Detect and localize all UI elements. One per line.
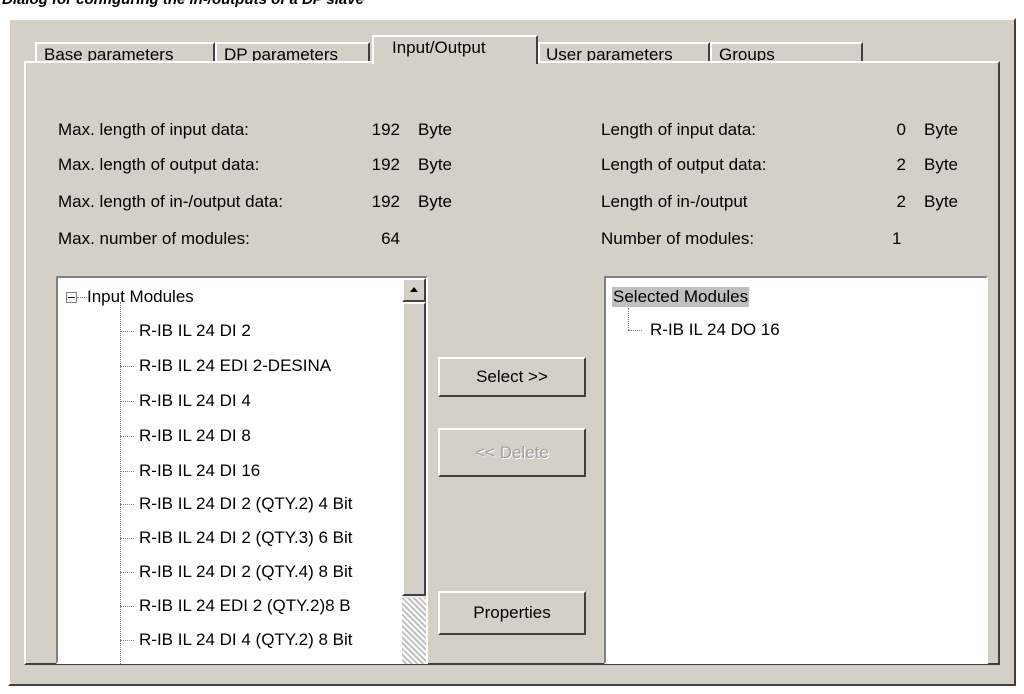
tab-dp-parameters[interactable]: DP parameters <box>215 42 370 64</box>
output-length-label: Length of output data: <box>601 155 767 174</box>
selected-modules-root[interactable]: Selected Modules <box>612 287 750 307</box>
scroll-thumb[interactable] <box>402 302 426 596</box>
input-length-value: 0 <box>896 120 906 139</box>
max-modules-value: 64 <box>381 229 400 248</box>
scroll-up-button[interactable] <box>402 278 426 302</box>
collapse-icon[interactable] <box>66 292 77 303</box>
inout-length-value: 2 <box>896 192 906 211</box>
selected-module-item[interactable]: R-IB IL 24 DO 16 <box>650 320 780 340</box>
max-output-length-value: 192 <box>371 155 400 174</box>
tree-item-module[interactable]: R-IB IL 24 DI 4 (QTY.2) 8 Bit <box>139 630 353 650</box>
tree-branch <box>120 401 134 402</box>
output-length-unit: Byte <box>924 155 959 174</box>
input-modules-root[interactable]: Input Modules <box>87 287 194 307</box>
inout-length-label: Length of in-/output <box>601 192 748 211</box>
tree-branch <box>120 606 134 607</box>
max-input-length-label: Max. length of input data: <box>58 120 249 139</box>
tab-user-parameters[interactable]: User parameters <box>538 42 710 64</box>
input-modules-viewport: Input Modules R-IB IL 24 DI 2 R-IB IL 24… <box>58 278 402 664</box>
tree-connector <box>77 297 87 298</box>
tree-branch <box>120 640 134 641</box>
tree-item-module[interactable]: R-IB IL 24 DI 2 (QTY.3) 6 Bit <box>139 528 353 548</box>
inout-length-unit: Byte <box>924 192 959 211</box>
max-output-length-unit: Byte <box>418 155 453 174</box>
select-button[interactable]: Select >> <box>438 357 586 397</box>
active-tab-join <box>374 61 536 64</box>
tree-item-module[interactable]: R-IB IL 24 DI 8 <box>139 426 251 446</box>
tree-item-module[interactable]: R-IB IL 24 DI 2 <box>139 321 251 341</box>
properties-button[interactable]: Properties <box>438 591 586 635</box>
modules-count-label: Number of modules: <box>601 229 755 248</box>
tree-branch <box>120 366 134 367</box>
tree-branch <box>120 538 134 539</box>
max-input-length-unit: Byte <box>418 120 453 139</box>
figure-caption: Dialog for configuring the in-/outputs o… <box>2 0 364 8</box>
max-inout-length-unit: Byte <box>418 192 453 211</box>
arrow-up-icon <box>410 287 418 292</box>
max-input-length-value: 192 <box>371 120 400 139</box>
tree-branch <box>120 331 134 332</box>
modules-count-value: 1 <box>892 229 902 248</box>
tree-branch <box>120 471 134 472</box>
tab-base-parameters[interactable]: Base parameters <box>35 42 215 64</box>
scroll-track[interactable] <box>402 598 426 664</box>
tree-item-module[interactable]: R-IB IL 24 EDI 2 (QTY.2)8 B <box>139 596 351 616</box>
tree-branch <box>120 572 134 573</box>
input-length-label: Length of input data: <box>601 120 757 139</box>
tree-trunk <box>120 302 121 664</box>
max-inout-length-value: 192 <box>371 192 400 211</box>
tab-input-output[interactable]: Input/Output <box>372 35 538 64</box>
tree-branch <box>628 330 642 331</box>
output-length-value: 2 <box>896 155 906 174</box>
tree-item-module[interactable]: R-IB IL 24 DI 4 <box>139 391 251 411</box>
tree-trunk <box>628 308 629 330</box>
delete-button[interactable]: << Delete <box>438 428 586 477</box>
tree-item-module[interactable]: R-IB IL 24 DI 2 (QTY.2) 4 Bit <box>139 494 353 514</box>
tree-item-module[interactable]: R-IB IL 24 EDI 2-DESINA <box>139 356 331 376</box>
tree-item-module[interactable]: R-IB IL 24 DI 16 <box>139 461 260 481</box>
tab-groups[interactable]: Groups <box>710 42 863 64</box>
tree-item-module[interactable]: R-IB IL 24 DI 2 (QTY.4) 8 Bit <box>139 562 353 582</box>
max-inout-length-label: Max. length of in-/output data: <box>58 192 283 211</box>
max-output-length-label: Max. length of output data: <box>58 155 260 174</box>
tree-branch <box>120 436 134 437</box>
input-length-unit: Byte <box>924 120 959 139</box>
tree-branch <box>120 504 134 505</box>
max-modules-label: Max. number of modules: <box>58 229 250 248</box>
